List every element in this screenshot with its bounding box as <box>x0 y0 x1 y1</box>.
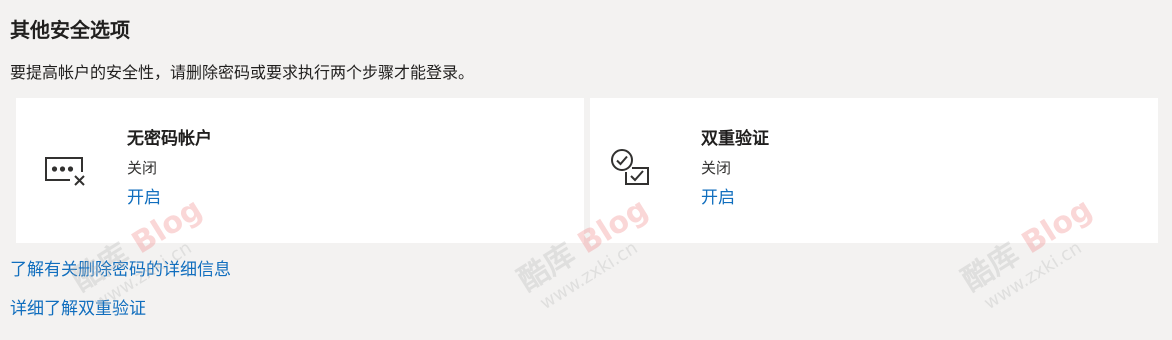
enable-two-step-link[interactable]: 开启 <box>701 186 735 210</box>
two-step-verification-card: 双重验证 关闭 开启 <box>590 98 1158 243</box>
learn-remove-password-link[interactable]: 了解有关删除密码的详细信息 <box>10 258 231 282</box>
passwordless-account-card: 无密码帐户 关闭 开启 <box>16 98 584 243</box>
learn-two-step-link[interactable]: 详细了解双重验证 <box>10 297 146 321</box>
status-text: 关闭 <box>127 159 158 177</box>
status-text: 关闭 <box>701 159 732 177</box>
section-title: 其他安全选项 <box>10 18 130 42</box>
enable-passwordless-link[interactable]: 开启 <box>127 186 161 210</box>
two-step-verification-icon <box>606 144 654 192</box>
card-title: 无密码帐户 <box>127 129 212 149</box>
section-description: 要提高帐户的安全性，请删除密码或要求执行两个步骤才能登录。 <box>10 63 475 82</box>
password-dots-x-icon <box>40 146 88 194</box>
card-title: 双重验证 <box>701 129 769 149</box>
